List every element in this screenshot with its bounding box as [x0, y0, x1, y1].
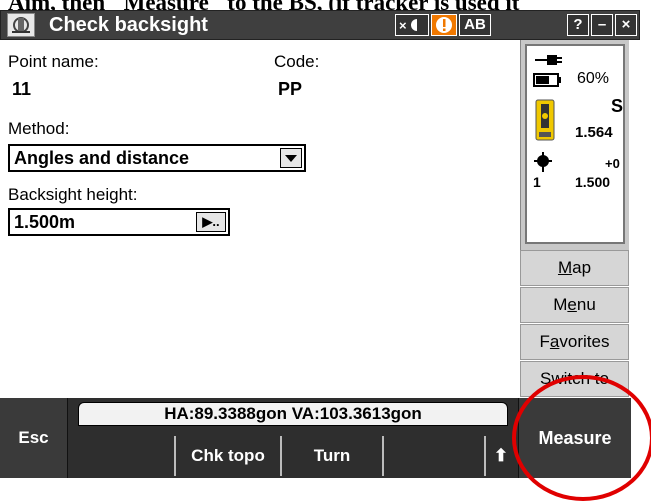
- point-name-value: 11: [12, 79, 32, 99]
- method-dropdown-value: Angles and distance: [14, 148, 190, 168]
- softkey-empty-2[interactable]: [382, 436, 484, 476]
- instrument-status-panel: 60% S 1.564 +0 1 1.500: [520, 40, 629, 250]
- power-plug-icon: [535, 55, 562, 65]
- target-height: 1.500: [575, 174, 611, 190]
- total-station-icon: [535, 99, 555, 141]
- menu-button[interactable]: Menu: [520, 287, 629, 323]
- alert-icon[interactable]: [431, 14, 457, 36]
- input-mode-button[interactable]: AB: [459, 14, 491, 36]
- prism-target-icon: [534, 152, 552, 172]
- target-id: 1: [533, 174, 541, 190]
- favorites-button-label-end: vorites: [559, 332, 610, 351]
- highlight-circle: [512, 375, 651, 501]
- menu-button-label-end: nu: [576, 295, 596, 314]
- code-value: PP: [278, 79, 303, 99]
- code-label: Code:: [274, 52, 320, 71]
- map-button-hotkey: M: [557, 258, 573, 277]
- chevron-down-icon[interactable]: [280, 148, 302, 168]
- backsight-height-input[interactable]: 1.500m ▶..: [8, 208, 230, 236]
- battery-percent: 60%: [577, 70, 610, 87]
- favorites-button-hotkey: a: [549, 332, 560, 351]
- title-bar: Check backsight × AB ? – ×: [0, 10, 640, 40]
- close-button[interactable]: ×: [615, 14, 637, 36]
- battery-icon: [533, 73, 561, 87]
- target-lock-icon[interactable]: ×: [395, 14, 429, 36]
- instrument-app-icon[interactable]: [7, 13, 35, 37]
- map-button-label: ap: [572, 258, 592, 277]
- form-area: Point name: 11 Code: PP Method: Angles a…: [0, 40, 520, 398]
- turn-button[interactable]: Turn: [280, 436, 382, 476]
- menu-button-label-start: M: [553, 295, 568, 314]
- backsight-height-value: 1.500m: [14, 212, 76, 232]
- height-picker-button[interactable]: ▶..: [196, 212, 226, 232]
- method-dropdown[interactable]: Angles and distance: [8, 144, 306, 172]
- instrument-letter: S: [611, 96, 624, 116]
- backsight-height-label: Backsight height:: [8, 185, 138, 204]
- esc-button[interactable]: Esc: [0, 398, 68, 478]
- favorites-button[interactable]: Favorites: [520, 324, 629, 360]
- target-offset: +0: [605, 156, 620, 171]
- help-button[interactable]: ?: [567, 14, 589, 36]
- map-button[interactable]: Map: [520, 250, 629, 286]
- chk-topo-button[interactable]: Chk topo: [174, 436, 280, 476]
- point-name-label: Point name:: [8, 52, 99, 71]
- instrument-value: 1.564: [575, 124, 613, 141]
- svg-text:×: ×: [399, 18, 407, 33]
- status-box[interactable]: 60% S 1.564 +0 1 1.500: [525, 44, 625, 244]
- favorites-button-label-start: F: [539, 332, 550, 351]
- minimize-button[interactable]: –: [591, 14, 613, 36]
- softkey-empty-1[interactable]: [72, 436, 172, 476]
- angle-readout: HA:89.3388gon VA:103.3613gon: [78, 402, 508, 426]
- method-label: Method:: [8, 119, 70, 138]
- page-title: Check backsight: [49, 14, 208, 36]
- menu-button-hotkey: e: [567, 295, 577, 314]
